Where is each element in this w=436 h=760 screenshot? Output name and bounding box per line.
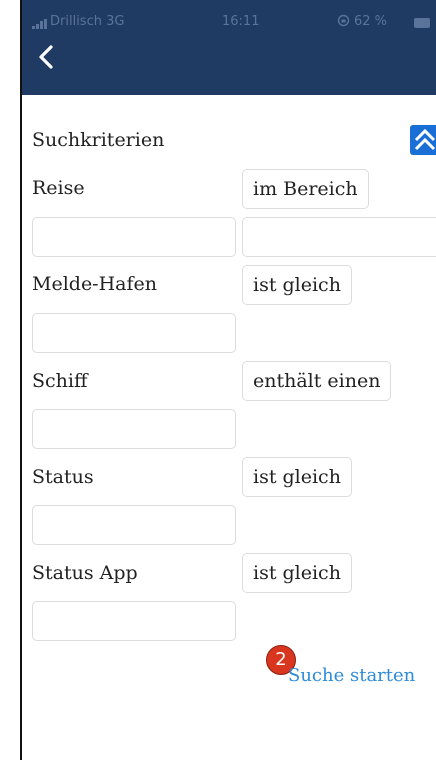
collapse-button[interactable] xyxy=(410,125,436,155)
orientation-lock-icon xyxy=(337,14,350,31)
value-field-reise-to[interactable] xyxy=(242,217,436,257)
operator-select-schiff[interactable]: enthält einen xyxy=(242,361,392,401)
start-search-link[interactable]: Suche starten xyxy=(288,665,415,686)
back-button[interactable] xyxy=(32,42,62,72)
value-field-status[interactable] xyxy=(32,505,236,545)
signal-icon xyxy=(32,19,48,29)
operator-select-reise[interactable]: im Bereich xyxy=(242,169,369,209)
operator-select-status-app[interactable]: ist gleich xyxy=(242,553,352,593)
criterion-label-reise: Reise xyxy=(32,177,85,199)
status-bar: Drillisch 3G 16:11 62 % xyxy=(32,14,436,34)
criterion-label-status: Status xyxy=(32,466,94,488)
value-field-schiff[interactable] xyxy=(32,409,236,449)
battery-percent: 62 % xyxy=(354,14,388,29)
nav-header: Drillisch 3G 16:11 62 % xyxy=(22,0,436,95)
operator-select-melde-hafen[interactable]: ist gleich xyxy=(242,265,352,305)
carrier-label: Drillisch 3G xyxy=(50,14,125,29)
criterion-label-schiff: Schiff xyxy=(32,370,88,392)
form-title: Suchkriterien xyxy=(32,129,165,151)
battery-icon xyxy=(414,18,430,28)
app-screen: Drillisch 3G 16:11 62 % Suchkriterien Re… xyxy=(0,0,436,760)
value-field-status-app[interactable] xyxy=(32,601,236,641)
value-field-melde-hafen[interactable] xyxy=(32,313,236,353)
double-chevron-up-icon xyxy=(414,128,436,151)
value-field-reise-from[interactable] xyxy=(32,217,236,257)
criterion-label-melde-hafen: Melde-Hafen xyxy=(32,273,158,295)
operator-select-status[interactable]: ist gleich xyxy=(242,457,352,497)
criterion-label-status-app: Status App xyxy=(32,562,138,584)
chevron-left-icon xyxy=(39,45,53,69)
clock: 16:11 xyxy=(222,14,260,29)
screen-edge xyxy=(0,0,22,760)
search-form: Suchkriterien Reise im Bereich Melde-Haf… xyxy=(22,95,436,760)
